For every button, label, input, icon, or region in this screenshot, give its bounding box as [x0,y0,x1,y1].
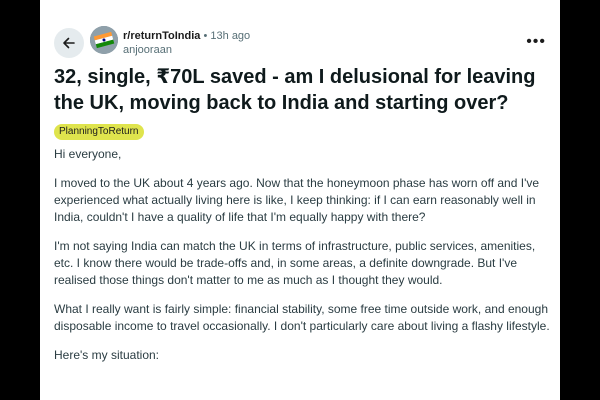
post-header: r/returnToIndia • 13h ago anjooraan ••• [40,0,560,60]
body-paragraph: I moved to the UK about 4 years ago. Now… [54,176,540,224]
body-paragraph: Hi everyone, [54,147,122,161]
meta-separator: • [203,30,208,42]
flag-icon [90,26,118,54]
post-flair[interactable]: PlanningToReturn [54,124,144,140]
more-options-button[interactable]: ••• [526,34,546,50]
subreddit-link[interactable]: r/returnToIndia [123,30,200,42]
back-button[interactable] [54,28,84,58]
post-body: Hi everyone, I moved to the UK about 4 y… [54,146,554,376]
body-paragraph: What I really want is fairly simple: fin… [54,302,550,333]
post-time: 13h ago [210,30,251,42]
post-title[interactable]: 32, single, ₹70L saved - am I delusional… [54,64,550,116]
post-meta: r/returnToIndia • 13h ago [123,30,250,42]
subreddit-avatar[interactable] [90,26,118,54]
more-options-icon: ••• [526,33,546,50]
body-paragraph: Here's my situation: [54,348,159,362]
body-paragraph: I'm not saying India can match the UK in… [54,239,536,287]
arrow-left-icon [63,37,75,49]
author-link[interactable]: anjooraan [123,44,172,56]
post-card: r/returnToIndia • 13h ago anjooraan ••• … [40,0,560,400]
